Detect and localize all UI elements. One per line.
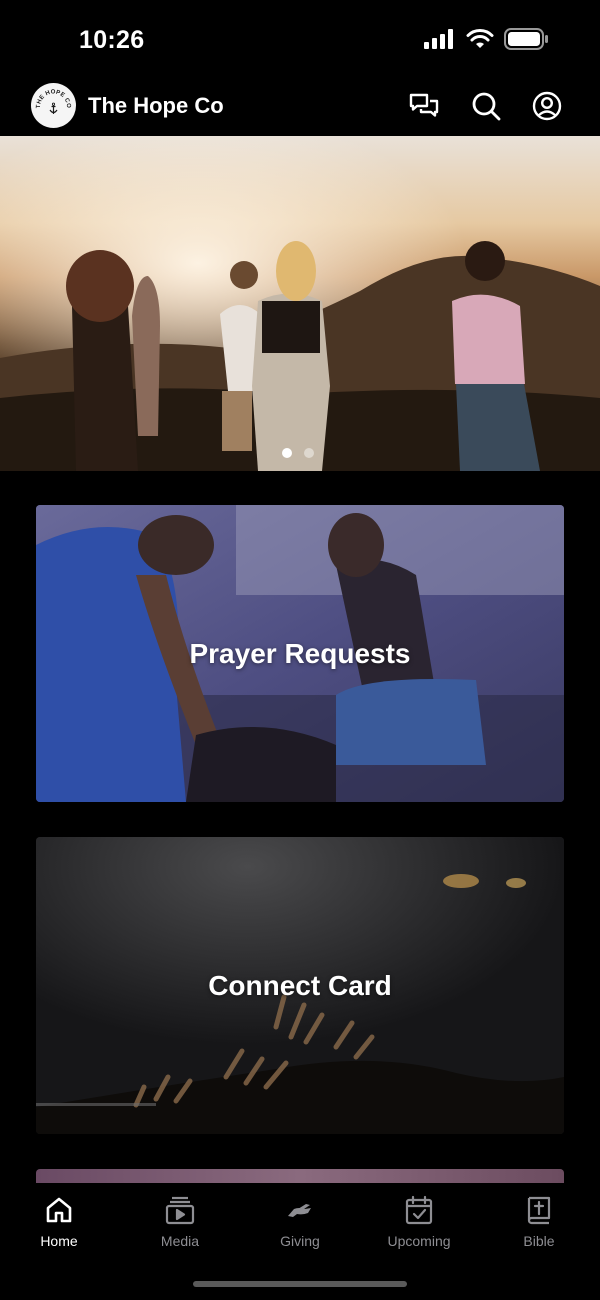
search-icon[interactable] — [470, 90, 502, 122]
media-icon — [165, 1196, 195, 1225]
bible-icon — [527, 1196, 551, 1225]
home-icon — [46, 1197, 72, 1223]
cellular-signal-icon — [424, 29, 453, 49]
profile-icon[interactable] — [531, 90, 563, 122]
tab-label: Upcoming — [387, 1233, 451, 1249]
giving-icon — [288, 1204, 311, 1217]
tab-label: Media — [160, 1233, 200, 1249]
tab-label: Bible — [523, 1233, 555, 1249]
carousel-dot[interactable] — [282, 448, 292, 458]
tab-bible[interactable]: Bible — [484, 1195, 594, 1249]
tab-giving[interactable]: Giving — [245, 1195, 355, 1249]
prayer-requests-label: Prayer Requests — [189, 637, 411, 669]
connect-card-card[interactable]: Connect Card — [36, 837, 564, 1134]
church-logo: THE HOPE CO — [31, 83, 76, 128]
chat-icon[interactable] — [408, 90, 440, 122]
tab-upcoming[interactable]: Upcoming — [364, 1195, 474, 1249]
app-header: THE HOPE CO The Hope Co — [0, 80, 600, 136]
battery-icon — [504, 28, 548, 50]
home-indicator[interactable] — [193, 1281, 407, 1287]
connect-card-label: Connect Card — [208, 969, 392, 1001]
tab-label: Home — [40, 1233, 78, 1249]
tab-label: Giving — [280, 1233, 320, 1249]
carousel-pagination — [282, 448, 314, 458]
tab-media[interactable]: Media — [125, 1195, 235, 1249]
wifi-icon — [466, 29, 494, 48]
status-icons — [424, 28, 548, 50]
status-bar: 10:26 — [0, 0, 600, 80]
status-time: 10:26 — [79, 26, 145, 54]
app-title: The Hope Co — [88, 93, 224, 118]
tab-home[interactable]: Home — [4, 1195, 114, 1249]
hero-carousel[interactable] — [0, 136, 600, 471]
calendar-icon — [405, 1195, 433, 1225]
hero-image — [0, 136, 600, 471]
carousel-dot[interactable] — [304, 448, 314, 458]
prayer-requests-card[interactable]: Prayer Requests — [36, 505, 564, 802]
